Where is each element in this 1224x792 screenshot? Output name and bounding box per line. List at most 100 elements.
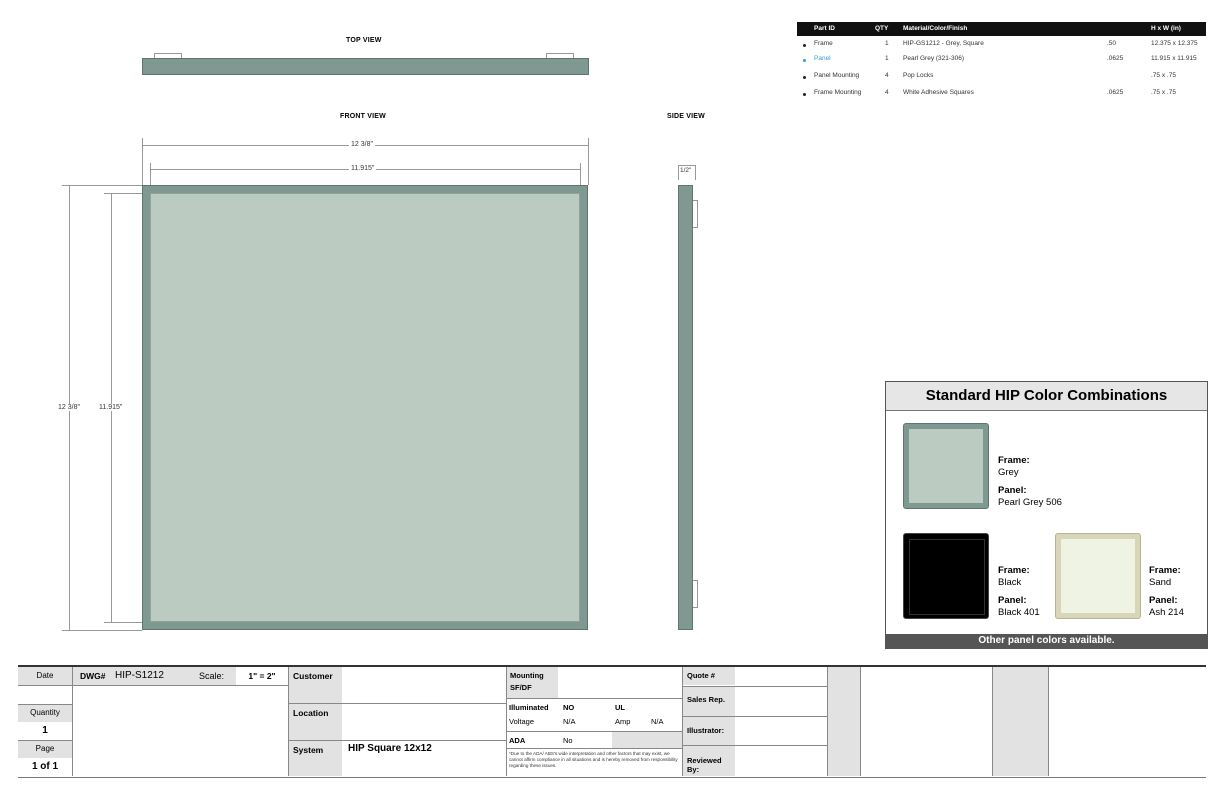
part-size: .75 x .75 (1151, 89, 1176, 96)
inner-height-dimension: 11.915" (97, 404, 125, 411)
side-view-clip-bottom (693, 580, 698, 608)
top-view-label: TOP VIEW (346, 37, 382, 44)
side-depth-dimension-box: 1/2" (678, 165, 696, 180)
mounting-field[interactable] (558, 667, 682, 698)
quantity-label: Quantity (18, 704, 72, 722)
ul-label: UL (615, 703, 625, 712)
frame-value: Black (998, 577, 1022, 588)
bullet-icon (803, 44, 806, 47)
date-label: Date (18, 667, 72, 685)
parts-row: Frame 1 HIP-GS1212 - Grey, Square .50 12… (797, 38, 1206, 52)
page-value: 1 of 1 (31, 761, 59, 772)
location-field[interactable] (342, 704, 506, 740)
divider (289, 703, 507, 704)
part-id: Panel (814, 55, 831, 62)
dwg-value: HIP-S1212 (115, 670, 164, 681)
dwg-label: DWG# (80, 671, 106, 681)
part-thickness: .50 (1107, 40, 1117, 47)
outer-height-dimension: 12 3/8" (56, 404, 82, 411)
dim-ext-right-inner (580, 163, 581, 185)
part-id: Panel Mounting (814, 72, 860, 79)
swatch-panel (1061, 539, 1135, 613)
frame-value: Sand (1149, 577, 1172, 588)
panel-value: Pearl Grey 506 (998, 497, 1062, 508)
dim-ext-bottom-inner (104, 622, 144, 623)
part-thickness: .0625 (1107, 55, 1124, 62)
illuminated-label: Illuminated (509, 703, 549, 712)
part-material: White Adhesive Squares (903, 89, 974, 96)
part-qty: 4 (885, 89, 889, 96)
swatch-black (903, 533, 989, 619)
dim-ext-left-inner (150, 163, 151, 185)
ada-row-bg (612, 732, 682, 748)
frame-value: Grey (998, 467, 1019, 478)
front-view-frame (142, 185, 588, 630)
parts-row: Panel Mounting 4 Pop Locks .75 x .75 (797, 70, 1206, 84)
voltage-label: Voltage (509, 717, 535, 726)
top-view-drawing (142, 53, 589, 75)
voltage-value: N/A (563, 717, 576, 726)
part-size: 12.375 x 12.375 (1151, 40, 1198, 47)
ada-disclaimer: *Due to the ADA/ ABS's wide interpretati… (509, 751, 678, 768)
scale-label: Scale: (199, 671, 225, 681)
parts-row: Frame Mounting 4 White Adhesive Squares … (797, 87, 1206, 101)
approval-field-1[interactable] (861, 667, 992, 776)
sales-rep-label: Sales Rep. (683, 687, 735, 716)
illuminated-value: NO (563, 703, 575, 712)
panel-label: Panel: (1149, 595, 1178, 606)
divider (18, 740, 72, 741)
divider (73, 685, 288, 686)
inner-width-dimension: 11.915" (349, 165, 377, 172)
amp-value: N/A (651, 717, 664, 726)
color-combinations-box: Standard HIP Color Combinations Frame: G… (885, 381, 1208, 649)
part-material: Pearl Grey (321-306) (903, 55, 965, 62)
top-view-frame (142, 58, 589, 75)
reviewed-by-field[interactable] (735, 746, 827, 776)
part-material: Pop Locks (903, 72, 934, 79)
dim-ext-right-outer (588, 138, 589, 185)
ada-label: ADA (509, 736, 526, 745)
customer-field[interactable] (342, 667, 506, 703)
approval-field-2[interactable] (1049, 667, 1206, 776)
divider (18, 704, 72, 705)
side-view-frame (678, 185, 693, 630)
title-block: Date Quantity 1 Page 1 of 1 DWG# HIP-S12… (18, 665, 1206, 778)
part-qty: 4 (885, 72, 889, 79)
quote-field[interactable] (735, 667, 827, 685)
color-combinations-title: Standard HIP Color Combinations (886, 382, 1207, 411)
quote-label: Quote # (683, 667, 735, 685)
part-thickness: .0625 (1107, 89, 1124, 96)
front-view-panel (150, 193, 580, 622)
swatch-sand-ash (1055, 533, 1141, 619)
system-value: HIP Square 12x12 (348, 743, 432, 754)
divider (18, 685, 72, 686)
panel-value: Ash 214 (1149, 607, 1184, 618)
side-depth-dimension: 1/2" (680, 167, 692, 174)
side-view-clip-top (693, 200, 698, 228)
bullet-icon (803, 59, 806, 62)
illustrator-field[interactable] (735, 717, 827, 745)
mounting-label: Mounting SF/DF (507, 667, 558, 698)
date-field[interactable] (18, 685, 72, 704)
swatch-grey-pearl (903, 423, 989, 509)
amp-label: Amp (615, 717, 631, 726)
sales-rep-field[interactable] (735, 687, 827, 716)
header-part-id: Part ID (814, 25, 835, 32)
scale-value: 1" = 2" (236, 667, 288, 685)
header-size: H x W (in) (1151, 25, 1181, 32)
location-label: Location (289, 704, 342, 740)
divider (507, 748, 682, 749)
header-qty: QTY (875, 25, 889, 32)
color-combinations-footer: Other panel colors available. (886, 634, 1207, 648)
frame-label: Frame: (998, 455, 1030, 466)
approval-label-2 (993, 667, 1048, 776)
divider (507, 698, 682, 699)
bullet-icon (803, 93, 806, 96)
frame-label: Frame: (998, 565, 1030, 576)
panel-label: Panel: (998, 595, 1027, 606)
quantity-value[interactable]: 1 (18, 722, 72, 740)
illustrator-label: Illustrator: (683, 717, 735, 745)
dim-ext-top-outer (62, 185, 142, 186)
customer-label: Customer (289, 667, 342, 703)
part-material: HIP-GS1212 - Grey, Square (903, 40, 984, 47)
